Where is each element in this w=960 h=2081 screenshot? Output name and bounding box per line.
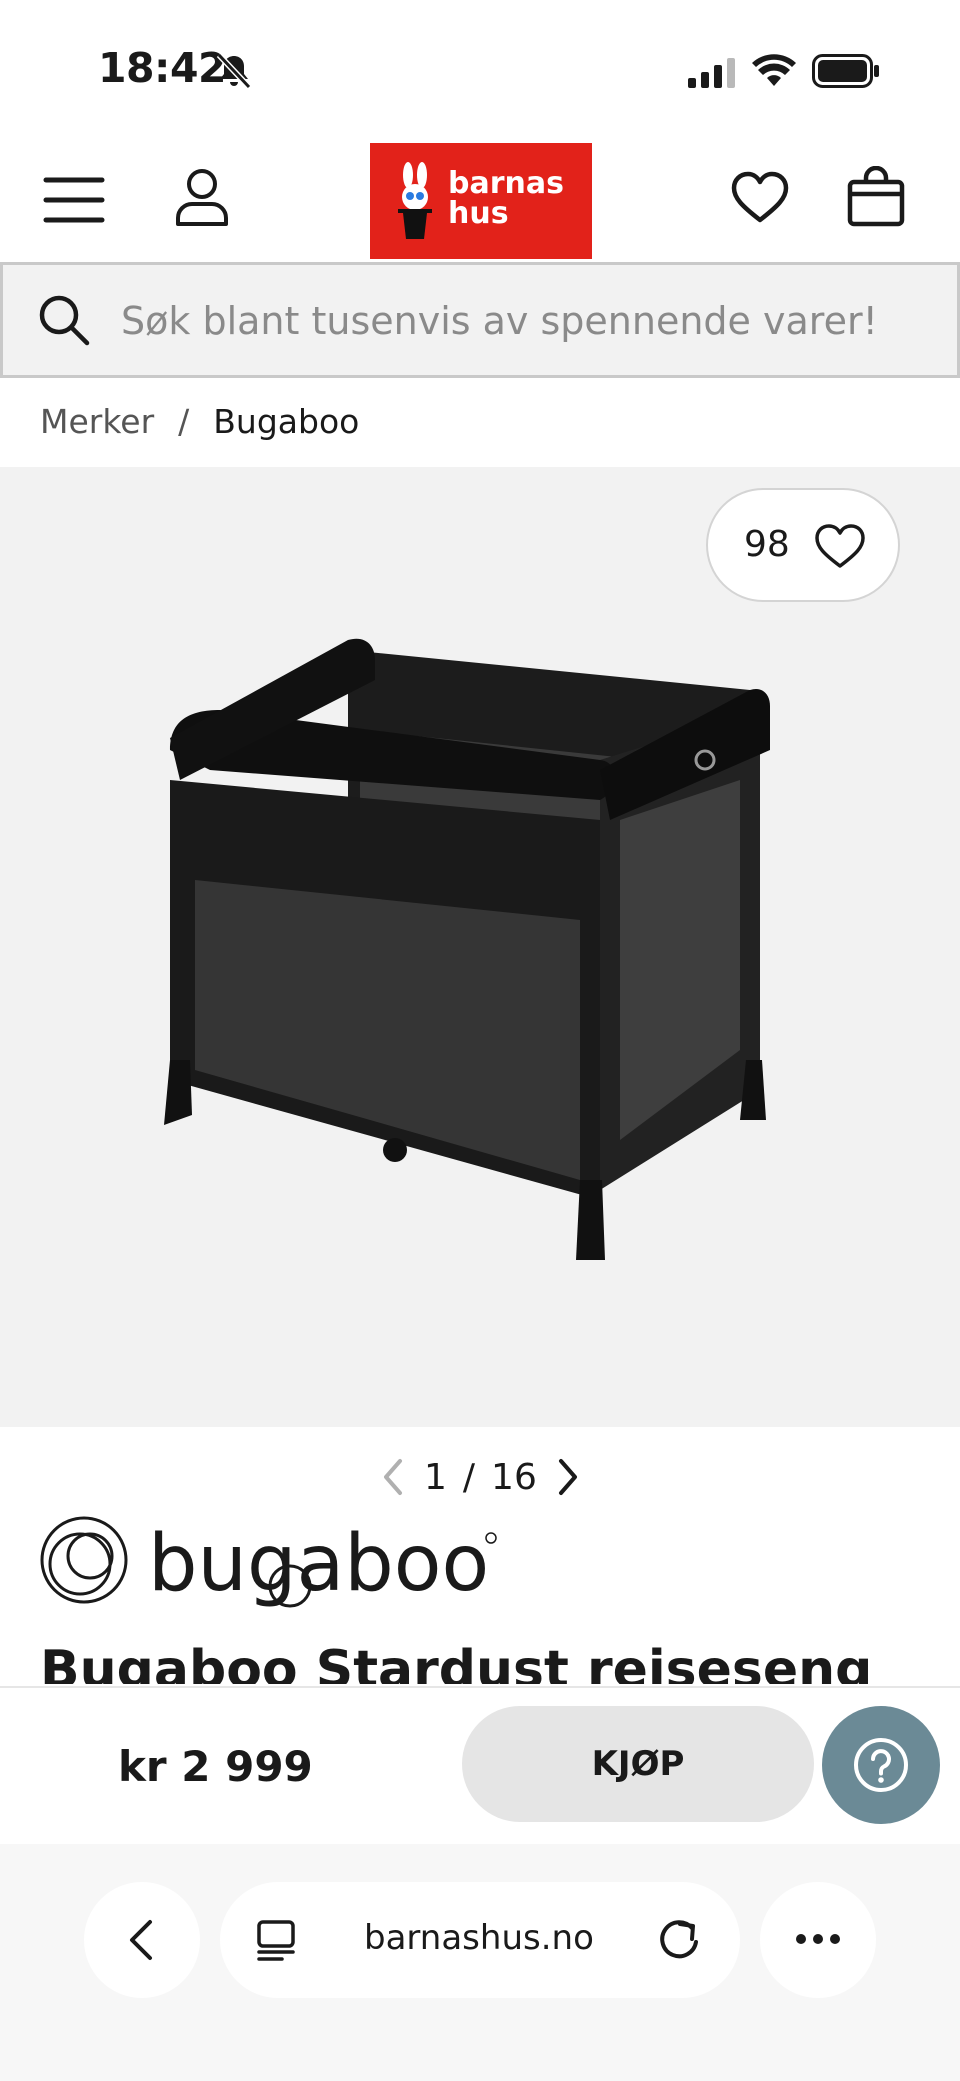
heart-icon [815, 524, 865, 568]
pager-current: 1 [424, 1456, 447, 1498]
heart-icon[interactable] [730, 170, 790, 226]
address-bar[interactable]: barnashus.no [220, 1882, 740, 1998]
shopping-bag-icon[interactable] [846, 166, 906, 228]
pager-total: 16 [491, 1456, 537, 1498]
help-button[interactable] [822, 1706, 940, 1824]
breadcrumb: Merker / Bugaboo [40, 402, 359, 441]
battery-icon [812, 54, 879, 88]
more-dots-icon [796, 1934, 840, 1944]
logo-text: barnas hus [448, 169, 564, 229]
account-icon[interactable] [174, 166, 230, 228]
reload-icon[interactable] [656, 1916, 702, 1962]
breadcrumb-link-bugaboo[interactable]: Bugaboo [213, 402, 359, 441]
bell-off-icon [216, 52, 252, 90]
search-icon [39, 295, 90, 346]
favorite-button[interactable]: 98 [706, 488, 900, 602]
browser-back-button[interactable] [84, 1882, 200, 1998]
product-price: kr 2 999 [118, 1742, 313, 1791]
question-mark-icon [854, 1738, 908, 1792]
product-title: Bugaboo Stardust reiseseng [40, 1640, 873, 1684]
page-menu-icon [257, 1920, 295, 1961]
chevron-left-icon[interactable] [378, 1455, 408, 1499]
gallery-pager: 1 / 16 [378, 1452, 583, 1502]
browser-more-button[interactable] [760, 1882, 876, 1998]
search-bar[interactable]: Søk blant tusenvis av spennende varer! [0, 262, 960, 378]
url-text: barnashus.no [364, 1918, 594, 1958]
chevron-right-icon[interactable] [553, 1455, 583, 1499]
site-logo[interactable]: barnas hus [370, 143, 592, 259]
breadcrumb-separator: / [178, 402, 190, 441]
cellular-signal-icon [688, 58, 735, 88]
favorite-count: 98 [744, 524, 790, 565]
menu-icon[interactable] [42, 172, 106, 228]
breadcrumb-link-merker[interactable]: Merker [40, 402, 154, 441]
brand-name: bugaboo [148, 1519, 489, 1609]
logo-line-2: hus [448, 196, 509, 231]
search-input-placeholder[interactable]: Søk blant tusenvis av spennende varer! [121, 299, 878, 343]
product-image-travel-cot [164, 638, 770, 1260]
pager-separator: / [462, 1456, 476, 1498]
status-time: 18:42 [98, 44, 227, 92]
buy-button[interactable]: KJØP [462, 1706, 814, 1822]
wifi-icon [752, 54, 796, 86]
bugaboo-brand-logo[interactable]: bugaboo [38, 1516, 498, 1616]
status-bar: 18:42 [0, 0, 960, 140]
chevron-left-icon [130, 1920, 152, 1960]
rabbit-hat-logo-icon [398, 162, 432, 239]
logo-line-1: barnas [448, 166, 564, 201]
